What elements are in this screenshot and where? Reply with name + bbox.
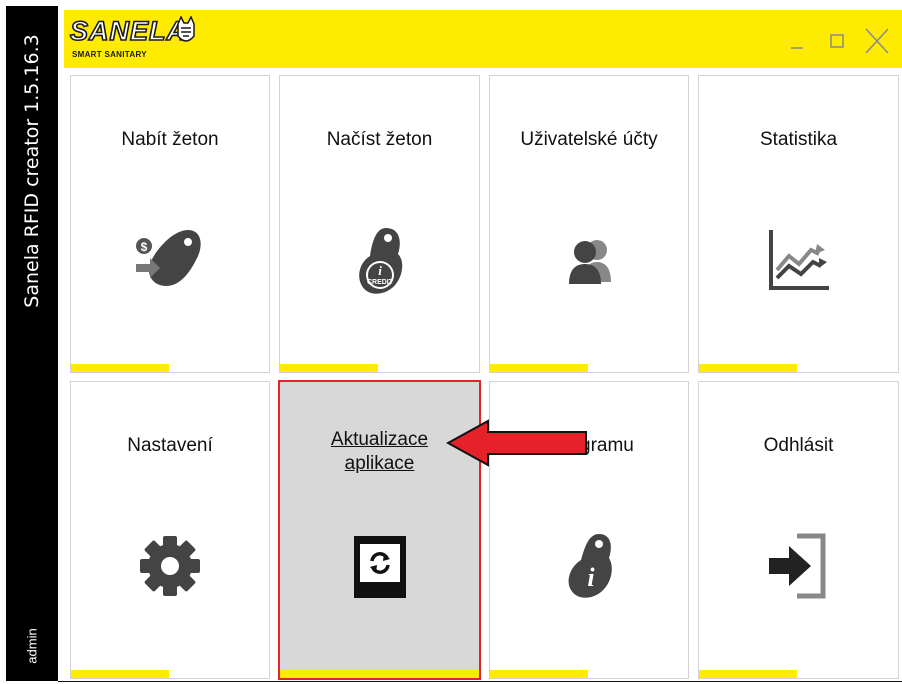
tile-accent-bar [71,364,169,372]
maximize-icon [830,34,844,48]
user-name: admin [6,611,58,681]
maximize-button[interactable] [822,26,852,56]
app-title: Sanela RFID creator 1.5.16.3 [6,6,58,336]
update-icon [353,536,406,598]
tile-accent-bar [490,364,588,372]
statistics-icon [768,230,829,290]
user-name-text: admin [24,628,40,664]
tile-label: Statistika [759,129,838,150]
tile-settings[interactable]: Nastavení [70,381,270,679]
tile-accent-bar [490,670,588,678]
tile-user-accounts[interactable]: Uživatelské účty [489,75,689,373]
tile-label: Odhlásit [763,435,834,456]
minimize-button[interactable] [782,26,812,56]
tile-accent-bar [699,670,797,678]
tile-label: Nabít žeton [121,129,219,150]
sidebar: Sanela RFID creator 1.5.16.3 admin [6,6,58,681]
tile-accent-bar [280,364,378,372]
tile-charge-token[interactable]: Nabít žeton $ [70,75,270,373]
tile-statistics[interactable]: Statistika [698,75,899,373]
logo-wordmark: SANELA [69,15,188,47]
tile-label: Nastavení [127,435,213,456]
tile-label: Načíst žeton [326,129,433,150]
svg-text:i: i [587,563,595,592]
logo-tagline: SMART SANITARY [72,50,147,59]
tile-logout[interactable]: Odhlásit [698,381,899,679]
svg-text:$: $ [141,240,148,254]
tile-read-token[interactable]: Načíst žeton i CREDIT [279,75,480,373]
tile-label: Uživatelské účty [520,129,658,150]
close-button[interactable] [862,26,892,56]
minimize-icon [791,47,803,49]
users-icon [569,240,611,284]
read-token-icon: i CREDIT [358,228,402,294]
logout-icon [768,533,825,599]
tile-accent-bar [71,670,169,678]
svg-text:i: i [378,263,382,278]
app-title-text: Sanela RFID creator 1.5.16.3 [21,34,43,308]
red-arrow-annotation [446,419,587,467]
info-token-icon: i [568,534,612,598]
read-token-icon-text: CREDIT [366,279,393,286]
sanela-logo: SANELA SMART SANITARY [69,15,210,64]
header: SANELA SMART SANITARY [64,10,902,68]
tile-accent-bar [699,364,797,372]
tile-accent-bar [280,670,479,678]
charge-token-icon: $ [136,230,201,286]
mascot-icon [177,16,195,42]
gear-icon [140,536,200,596]
close-icon [865,28,889,54]
